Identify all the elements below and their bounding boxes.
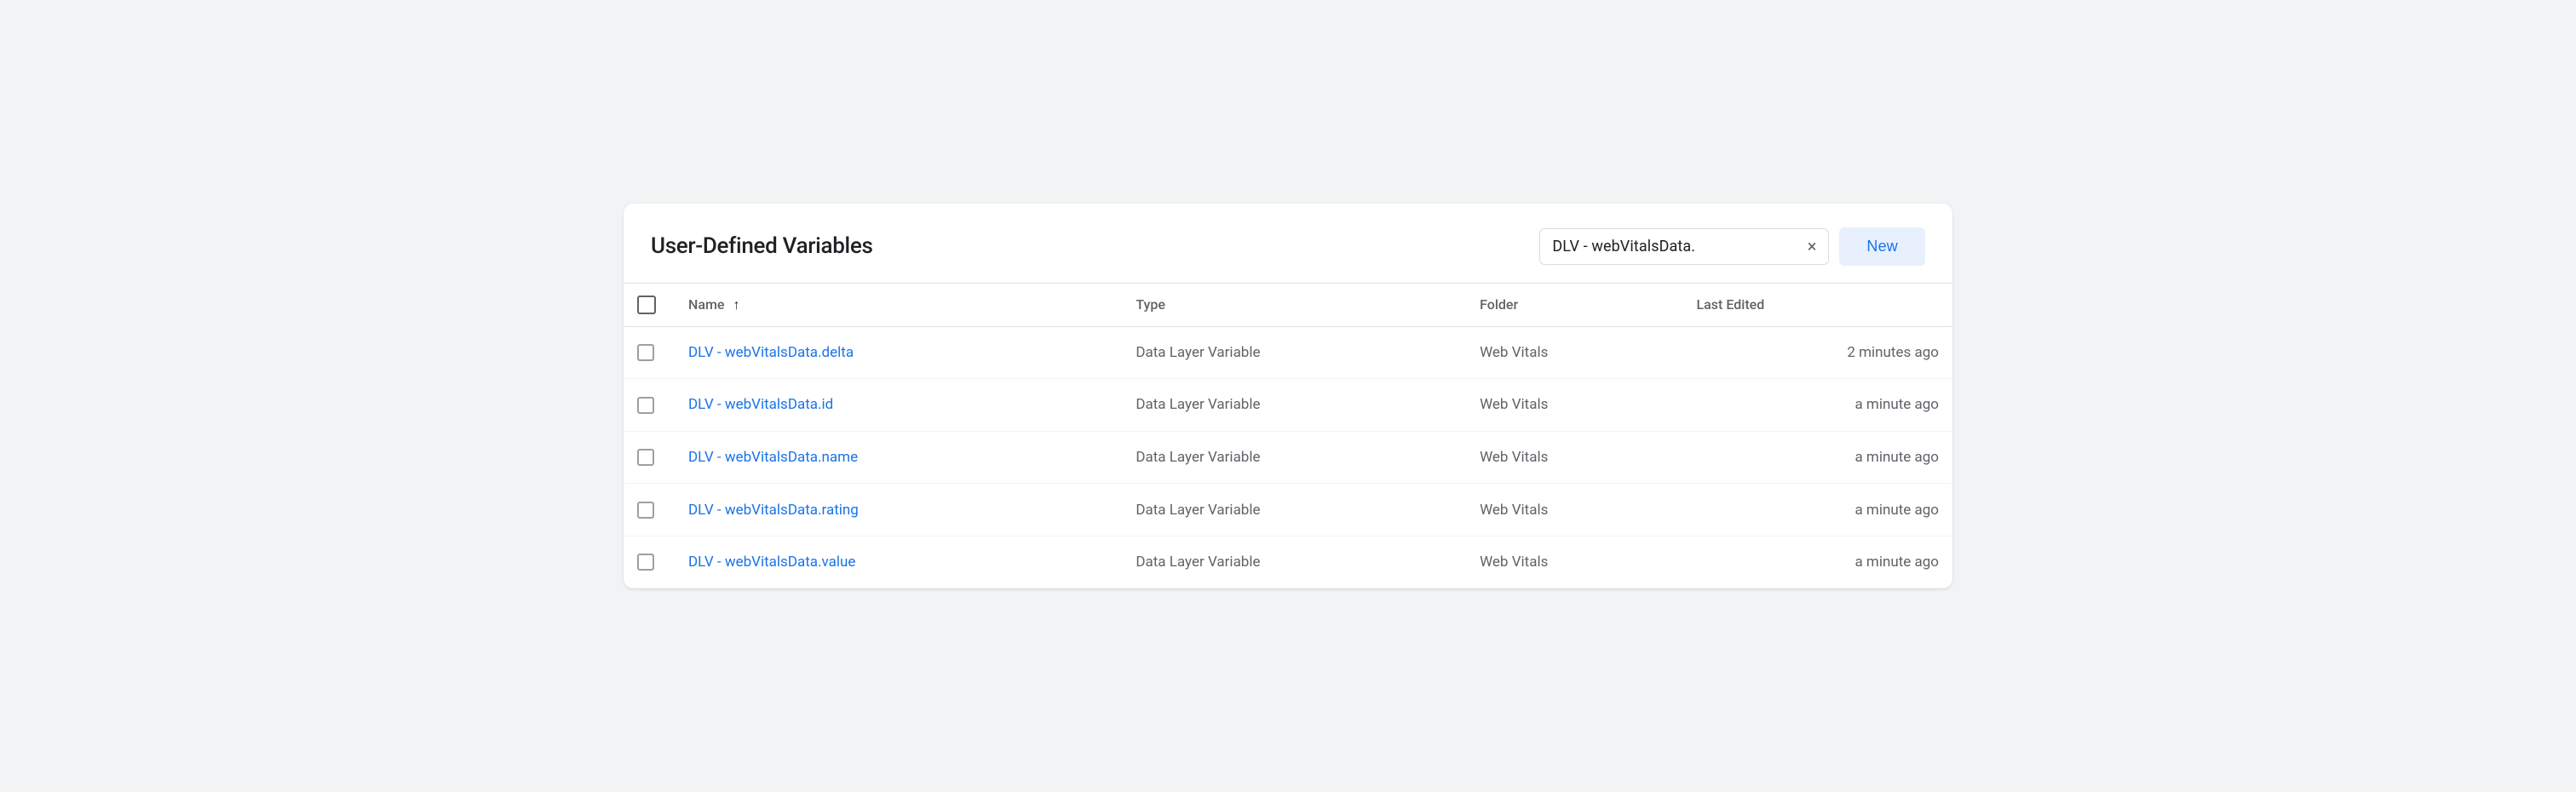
row-folder-value: Web Vitals bbox=[1480, 554, 1548, 571]
column-header-folder[interactable]: Folder bbox=[1466, 283, 1682, 326]
row-checkbox-cell[interactable] bbox=[624, 431, 675, 484]
header-checkbox[interactable] bbox=[637, 296, 656, 314]
row-last-edited-value: a minute ago bbox=[1854, 502, 1939, 519]
row-last-edited-cell: 2 minutes ago bbox=[1683, 326, 1952, 379]
sort-ascending-icon: ↑ bbox=[733, 296, 739, 313]
main-container: User-Defined Variables DLV - webVitalsDa… bbox=[624, 204, 1952, 589]
variable-link[interactable]: DLV - webVitalsData.id bbox=[688, 396, 833, 413]
row-folder-cell: Web Vitals bbox=[1466, 326, 1682, 379]
column-header-last-edited[interactable]: Last Edited bbox=[1683, 283, 1952, 326]
variable-link[interactable]: DLV - webVitalsData.delta bbox=[688, 344, 854, 361]
row-folder-cell: Web Vitals bbox=[1466, 536, 1682, 588]
column-folder-label: Folder bbox=[1480, 296, 1518, 313]
table-row: DLV - webVitalsData.value Data Layer Var… bbox=[624, 536, 1952, 588]
column-header-name[interactable]: Name ↑ bbox=[675, 283, 1122, 326]
table-row: DLV - webVitalsData.name Data Layer Vari… bbox=[624, 431, 1952, 484]
row-checkbox[interactable] bbox=[637, 449, 654, 466]
search-box: DLV - webVitalsData. × bbox=[1539, 228, 1829, 265]
row-last-edited-value: a minute ago bbox=[1854, 449, 1939, 466]
row-folder-cell: Web Vitals bbox=[1466, 431, 1682, 484]
table-row: DLV - webVitalsData.rating Data Layer Va… bbox=[624, 484, 1952, 537]
row-last-edited-value: a minute ago bbox=[1854, 554, 1939, 571]
column-type-label: Type bbox=[1136, 296, 1165, 313]
row-type-value: Data Layer Variable bbox=[1136, 344, 1260, 361]
table-body: DLV - webVitalsData.delta Data Layer Var… bbox=[624, 326, 1952, 588]
table-header-row: Name ↑ Type Folder Last Edited bbox=[624, 283, 1952, 326]
row-folder-value: Web Vitals bbox=[1480, 502, 1548, 519]
row-checkbox[interactable] bbox=[637, 554, 654, 571]
row-last-edited-cell: a minute ago bbox=[1683, 431, 1952, 484]
header-actions: DLV - webVitalsData. × New bbox=[1539, 227, 1925, 266]
variable-link[interactable]: DLV - webVitalsData.name bbox=[688, 449, 858, 466]
variable-link[interactable]: DLV - webVitalsData.value bbox=[688, 554, 855, 571]
column-header-type[interactable]: Type bbox=[1122, 283, 1466, 326]
new-button[interactable]: New bbox=[1839, 227, 1925, 266]
row-folder-cell: Web Vitals bbox=[1466, 484, 1682, 537]
row-type-value: Data Layer Variable bbox=[1136, 554, 1260, 571]
row-last-edited-cell: a minute ago bbox=[1683, 536, 1952, 588]
row-type-value: Data Layer Variable bbox=[1136, 449, 1260, 466]
row-type-cell: Data Layer Variable bbox=[1122, 484, 1466, 537]
row-checkbox-cell[interactable] bbox=[624, 484, 675, 537]
header: User-Defined Variables DLV - webVitalsDa… bbox=[624, 204, 1952, 283]
row-type-cell: Data Layer Variable bbox=[1122, 326, 1466, 379]
row-name-cell: DLV - webVitalsData.delta bbox=[675, 326, 1122, 379]
row-checkbox-cell[interactable] bbox=[624, 326, 675, 379]
row-last-edited-cell: a minute ago bbox=[1683, 379, 1952, 432]
row-name-cell: DLV - webVitalsData.value bbox=[675, 536, 1122, 588]
row-name-cell: DLV - webVitalsData.name bbox=[675, 431, 1122, 484]
variables-table: Name ↑ Type Folder Last Edited bbox=[624, 283, 1952, 589]
table-row: DLV - webVitalsData.delta Data Layer Var… bbox=[624, 326, 1952, 379]
row-type-value: Data Layer Variable bbox=[1136, 502, 1260, 519]
row-checkbox[interactable] bbox=[637, 344, 654, 361]
row-checkbox-cell[interactable] bbox=[624, 379, 675, 432]
row-folder-value: Web Vitals bbox=[1480, 344, 1548, 361]
row-type-cell: Data Layer Variable bbox=[1122, 431, 1466, 484]
row-folder-cell: Web Vitals bbox=[1466, 379, 1682, 432]
row-checkbox[interactable] bbox=[637, 397, 654, 414]
row-type-cell: Data Layer Variable bbox=[1122, 379, 1466, 432]
row-name-cell: DLV - webVitalsData.rating bbox=[675, 484, 1122, 537]
row-checkbox-cell[interactable] bbox=[624, 536, 675, 588]
row-folder-value: Web Vitals bbox=[1480, 449, 1548, 466]
row-last-edited-value: a minute ago bbox=[1854, 396, 1939, 413]
variable-link[interactable]: DLV - webVitalsData.rating bbox=[688, 502, 859, 519]
search-value: DLV - webVitalsData. bbox=[1552, 238, 1798, 255]
row-name-cell: DLV - webVitalsData.id bbox=[675, 379, 1122, 432]
clear-search-icon[interactable]: × bbox=[1808, 238, 1817, 255]
row-last-edited-value: 2 minutes ago bbox=[1847, 344, 1939, 361]
row-type-cell: Data Layer Variable bbox=[1122, 536, 1466, 588]
row-last-edited-cell: a minute ago bbox=[1683, 484, 1952, 537]
select-all-checkbox-header[interactable] bbox=[624, 283, 675, 326]
table-row: DLV - webVitalsData.id Data Layer Variab… bbox=[624, 379, 1952, 432]
row-folder-value: Web Vitals bbox=[1480, 396, 1548, 413]
page-title: User-Defined Variables bbox=[651, 233, 873, 259]
row-type-value: Data Layer Variable bbox=[1136, 396, 1260, 413]
row-checkbox[interactable] bbox=[637, 502, 654, 519]
column-last-edited-label: Last Edited bbox=[1697, 296, 1765, 313]
column-name-label: Name bbox=[688, 296, 724, 313]
